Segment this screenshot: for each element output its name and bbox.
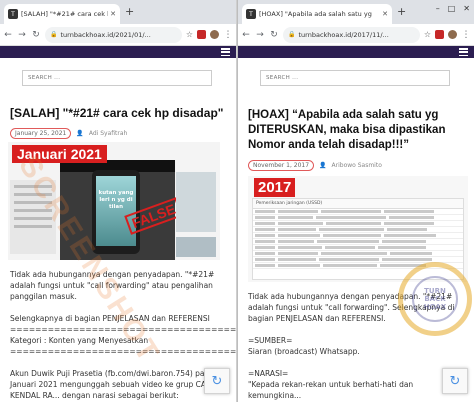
address-bar[interactable]: 🔒 turnbackhoax.id/2017/11/... [283,26,420,43]
narrative-text: "Kepada rekan-rekan untuk berhati-hati d… [248,380,414,400]
image-side-panel-2 [176,237,216,257]
recaptcha-badge-icon[interactable]: ↻ [442,368,468,394]
tab-title: [HOAX] "Apabila ada salah satu yg [259,10,372,18]
browser-tab[interactable]: T [HOAX] "Apabila ada salah satu yg ✕ [242,4,392,24]
address-bar[interactable]: 🔒 turnbackhoax.id/2021/01/... [45,26,182,43]
menu-dots-icon[interactable]: ⋮ [461,30,471,40]
phone-screen-text: kutan yang leri n yg di tilan [98,190,134,210]
forward-arrow-icon[interactable]: → [255,30,265,40]
reload-icon[interactable]: ↻ [269,30,279,40]
close-tab-icon[interactable]: ✕ [110,10,116,18]
author-name: Adi Syafitrah [88,130,128,137]
hamburger-menu-icon[interactable] [459,48,468,56]
forward-arrow-icon[interactable]: → [17,30,27,40]
narrative-heading: =NARASI= [248,369,289,378]
image-side-panel [176,172,216,232]
year-label: 2017 [254,178,296,197]
author-name: Aribowo Sasmito [331,162,382,169]
article: [SALAH] "*#21# cara cek hp disadap" Janu… [0,106,236,401]
article: [HOAX] “Apabila ada salah satu yg DITERU… [238,108,474,401]
publish-date: January 25, 2021 [10,128,72,139]
new-tab-button[interactable]: + [397,5,406,18]
tab-strip: T [SALAH] "*#21# cara cek hp d ✕ + [0,0,236,24]
menu-dots-icon[interactable]: ⋮ [223,30,233,40]
site-favicon-icon: T [246,9,256,19]
bookmark-star-icon[interactable]: ☆ [186,30,193,39]
video-frame: kutan yang leri n yg di tilan FALSE [60,160,183,260]
hamburger-menu-icon[interactable] [221,48,230,56]
lock-icon: 🔒 [50,31,58,38]
profile-avatar[interactable] [448,30,457,39]
article-headline: [HOAX] “Apabila ada salah satu yg DITERU… [248,109,446,151]
reload-icon[interactable]: ↻ [31,30,41,40]
back-arrow-icon[interactable]: ← [241,30,251,40]
extension-icon[interactable] [197,30,206,39]
maximize-icon[interactable]: □ [448,4,456,13]
source-text: Siaran (broadcast) Whatsapp. [248,347,360,356]
category-line: Kategori : Konten yang Menyesatkan [10,336,149,345]
url-text: turnbackhoax.id/2021/01/... [60,30,151,39]
back-arrow-icon[interactable]: ← [3,30,13,40]
ussd-table-image: Pemeriksaan jaringan (USSD) [252,198,464,280]
window-controls: – □ ✕ [436,4,470,13]
paragraph-summary: Tidak ada hubungannya dengan penyadapan.… [10,270,215,301]
close-tab-icon[interactable]: ✕ [382,10,388,18]
profile-avatar[interactable] [210,30,219,39]
right-browser-window: T [HOAX] "Apabila ada salah satu yg ✕ + … [237,0,474,402]
lock-icon: 🔒 [288,31,296,38]
left-browser-window: T [SALAH] "*#21# cara cek hp d ✕ + ← → ↻… [0,0,237,402]
url-text: turnbackhoax.id/2017/11/... [298,30,389,39]
recaptcha-badge-icon[interactable]: ↻ [204,368,230,394]
extension-icon[interactable] [435,30,444,39]
tab-title: [SALAH] "*#21# cara cek hp d [21,10,108,18]
new-tab-button[interactable]: + [125,5,134,18]
close-window-icon[interactable]: ✕ [463,4,470,13]
browser-toolbar: ← → ↻ 🔒 turnbackhoax.id/2021/01/... ☆ ⋮ [0,24,236,46]
article-body: Tidak ada hubungannya dengan penyadapan.… [248,291,464,401]
site-favicon-icon: T [8,9,18,19]
author-icon: 👤 [319,162,327,169]
year-label: Januari 2021 [12,145,107,163]
publish-date: November 1, 2017 [248,160,315,171]
source-heading: =SUMBER= [248,336,293,345]
site-header-bar [0,46,236,58]
author-icon: 👤 [76,130,84,137]
article-image: Januari 2021 kutan yang leri n yg di til… [8,142,220,260]
paragraph-more: Selengkapnya di bagian PENJELASAN dan RE… [10,314,210,323]
minimize-icon[interactable]: – [436,4,440,13]
sheet-header: Pemeriksaan jaringan (USSD) [253,199,463,209]
browser-tab[interactable]: T [SALAH] "*#21# cara cek hp d ✕ [4,4,120,24]
paragraph-source: Akun Duwik Puji Prasetia (fb.com/dwi.bar… [10,369,226,400]
article-headline: [SALAH] "*#21# cara cek hp disadap" [10,106,224,120]
browser-toolbar: ← → ↻ 🔒 turnbackhoax.id/2017/11/... ☆ ⋮ [238,24,474,46]
paragraph-summary: Tidak ada hubungannya dengan penyadapan.… [248,292,455,323]
search-input[interactable]: SEARCH ... [260,70,450,86]
article-meta: November 1, 2017 👤 Aribowo Sasmito [248,160,464,171]
search-input[interactable]: SEARCH ... [22,70,212,86]
image-side-text [10,180,56,254]
separator-line: ========================================… [10,347,237,356]
article-meta: January 25, 2021 👤 Adi Syafitrah [10,128,226,139]
article-image: 2017 Pemeriksaan jaringan (USSD) [248,176,468,282]
tab-strip: T [HOAX] "Apabila ada salah satu yg ✕ + … [238,0,474,24]
article-body: Tidak ada hubungannya dengan penyadapan.… [10,269,237,401]
site-header-bar [238,46,474,58]
bookmark-star-icon[interactable]: ☆ [424,30,431,39]
separator-line: ========================================… [10,325,237,334]
